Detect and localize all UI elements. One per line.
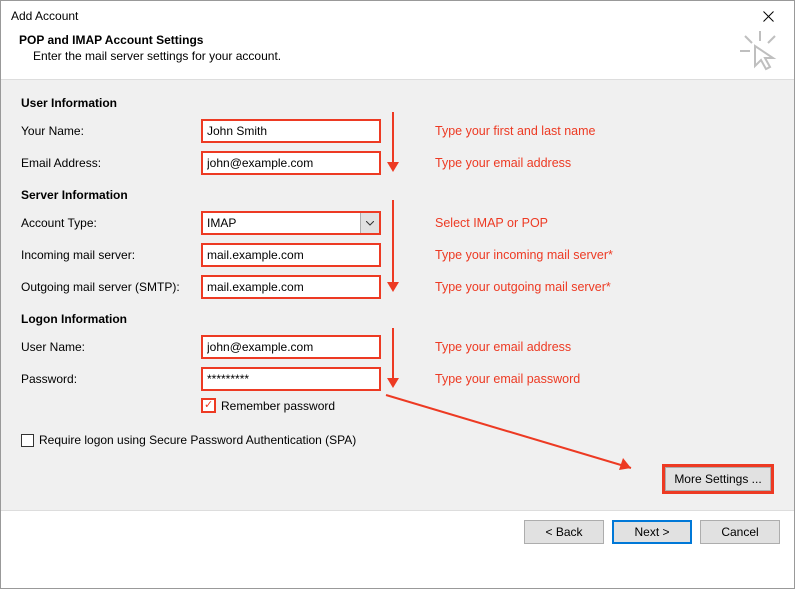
- incoming-field-wrap: [201, 243, 381, 267]
- content-area: User Information Your Name: Type your fi…: [1, 79, 794, 511]
- email-field-wrap: [201, 151, 381, 175]
- outgoing-label: Outgoing mail server (SMTP):: [21, 280, 201, 294]
- outgoing-input[interactable]: [203, 277, 379, 297]
- username-field-wrap: [201, 335, 381, 359]
- titlebar: Add Account: [1, 1, 794, 31]
- password-input[interactable]: [203, 369, 379, 389]
- header-subtitle: Enter the mail server settings for your …: [19, 47, 780, 63]
- section-server-info: Server Information: [21, 188, 774, 202]
- dropdown-button[interactable]: [360, 213, 379, 233]
- cursor-star-icon: [740, 31, 780, 71]
- outgoing-field-wrap: [201, 275, 381, 299]
- annot-email: Type your email address: [435, 156, 571, 170]
- annot-password: Type your email password: [435, 372, 580, 386]
- chevron-down-icon: [366, 221, 374, 226]
- remember-password-checkbox[interactable]: ✓: [201, 398, 216, 413]
- your-name-field-wrap: [201, 119, 381, 143]
- incoming-input[interactable]: [203, 245, 379, 265]
- email-input[interactable]: [203, 153, 379, 173]
- section-user-info: User Information: [21, 96, 774, 110]
- more-settings-button[interactable]: More Settings ...: [665, 467, 771, 491]
- username-input[interactable]: [203, 337, 379, 357]
- dialog-header: POP and IMAP Account Settings Enter the …: [1, 31, 794, 79]
- incoming-label: Incoming mail server:: [21, 248, 201, 262]
- your-name-label: Your Name:: [21, 124, 201, 138]
- close-icon: [763, 11, 774, 22]
- annot-outgoing: Type your outgoing mail server*: [435, 280, 611, 294]
- next-button[interactable]: Next >: [612, 520, 692, 544]
- account-type-select[interactable]: IMAP: [201, 211, 381, 235]
- annot-account-type: Select IMAP or POP: [435, 216, 548, 230]
- password-field-wrap: [201, 367, 381, 391]
- section-logon-info: Logon Information: [21, 312, 774, 326]
- more-settings-highlight: More Settings ...: [662, 464, 774, 494]
- check-icon: ✓: [204, 398, 213, 411]
- back-button[interactable]: < Back: [524, 520, 604, 544]
- account-type-value: IMAP: [203, 214, 360, 232]
- remember-password-row: ✓ Remember password: [201, 398, 774, 413]
- close-button[interactable]: [748, 2, 788, 30]
- spa-label: Require logon using Secure Password Auth…: [39, 433, 356, 447]
- add-account-window: Add Account POP and IMAP Account Setting…: [0, 0, 795, 589]
- spa-checkbox[interactable]: [21, 434, 34, 447]
- annot-incoming: Type your incoming mail server*: [435, 248, 613, 262]
- header-title: POP and IMAP Account Settings: [19, 33, 780, 47]
- email-label: Email Address:: [21, 156, 201, 170]
- your-name-input[interactable]: [203, 121, 379, 141]
- password-label: Password:: [21, 372, 201, 386]
- spa-row: Require logon using Secure Password Auth…: [21, 433, 774, 447]
- username-label: User Name:: [21, 340, 201, 354]
- cancel-button[interactable]: Cancel: [700, 520, 780, 544]
- account-type-label: Account Type:: [21, 216, 201, 230]
- dialog-footer: < Back Next > Cancel: [1, 511, 794, 553]
- annot-your-name: Type your first and last name: [435, 124, 596, 138]
- remember-password-label: Remember password: [221, 399, 335, 413]
- annot-username: Type your email address: [435, 340, 571, 354]
- window-title: Add Account: [11, 9, 78, 23]
